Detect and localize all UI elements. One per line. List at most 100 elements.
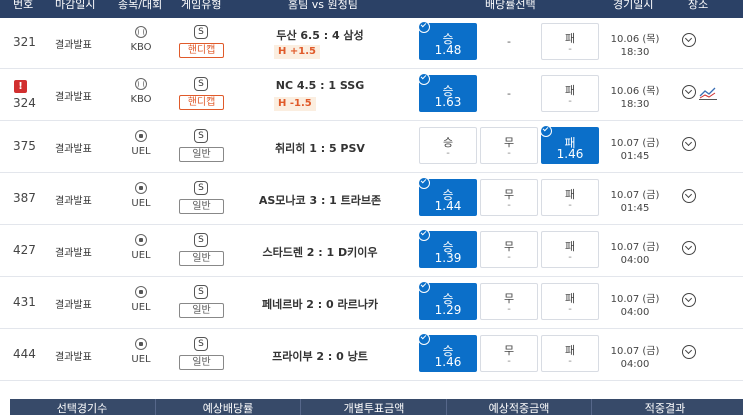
type-letter-icon: S xyxy=(194,77,208,91)
game-date: 10.06 (목) xyxy=(610,86,660,97)
trend-chart-icon[interactable] xyxy=(699,86,717,100)
table-row: 387 결과발표 UEL S 일반 AS모나코 3 : 1 트라브존 승 1.4… xyxy=(0,174,743,225)
game-number: 375 xyxy=(13,139,36,153)
match-score: NC 4.5 : 1 SSG xyxy=(275,79,365,92)
league-name: KBO xyxy=(130,42,152,53)
odds-value: - xyxy=(568,304,572,315)
soccer-ball-icon xyxy=(135,338,147,350)
odds-draw-unavailable: - xyxy=(507,35,511,48)
odds-lose-button[interactable]: 패 1.46 xyxy=(540,125,599,164)
odds-win-button[interactable]: 승 1.44 xyxy=(418,177,477,216)
odds-value: 1.48 xyxy=(434,43,462,57)
odds-win-button[interactable]: 승 1.48 xyxy=(418,21,477,60)
game-status: 결과발표 xyxy=(55,92,92,103)
odds-value: - xyxy=(507,252,511,263)
odds-lose-button[interactable]: 패 - xyxy=(541,75,599,112)
header-game-datetime: 경기일시 xyxy=(613,0,654,11)
game-time: 18:30 xyxy=(620,99,650,110)
odds-draw-button[interactable]: 무 - xyxy=(480,179,538,216)
odds-lose-button[interactable]: 패 - xyxy=(541,23,599,60)
table-row: 321 결과발표 KBO S 핸디캡 두산 6.5 : 4 삼성 H +1.5 … xyxy=(0,18,743,69)
game-date: 10.06 (목) xyxy=(610,34,660,45)
soccer-ball-icon xyxy=(135,130,147,142)
header-game-type: 게임유형 xyxy=(181,0,222,11)
header-number: 번호 xyxy=(13,0,34,11)
table-header: 번호 마감일시 종목/대회 게임유형 홈팀 vs 원정팀 배당률선택 경기일시 … xyxy=(0,0,743,18)
league-name: UEL xyxy=(131,198,151,209)
game-date: 10.07 (금) xyxy=(610,346,660,357)
game-status: 결과발표 xyxy=(55,40,92,51)
odds-draw-unavailable: - xyxy=(507,87,511,100)
game-number: 387 xyxy=(13,191,36,205)
game-type-badge: 핸디캡 xyxy=(179,43,224,58)
match-score: 페네르바 2 : 0 라르나카 xyxy=(262,298,378,311)
baseball-icon xyxy=(135,26,147,38)
game-time: 04:00 xyxy=(620,359,650,370)
odds-draw-button[interactable]: 무 - xyxy=(480,231,538,268)
game-status: 결과발표 xyxy=(55,144,92,155)
odds-win-button[interactable]: 승 1.39 xyxy=(418,229,477,268)
location-pin-icon[interactable] xyxy=(682,189,696,203)
divider xyxy=(591,399,592,415)
league-name: UEL xyxy=(131,146,151,157)
odds-value: 1.29 xyxy=(434,303,462,317)
type-letter-icon: S xyxy=(194,129,208,143)
odds-value: - xyxy=(568,200,572,211)
table-row: 427 결과발표 UEL S 일반 스타드렌 2 : 1 D키이우 승 1.39… xyxy=(0,226,743,277)
game-date: 10.07 (금) xyxy=(610,190,660,201)
game-date: 10.07 (금) xyxy=(610,294,660,305)
table-row: 375 결과발표 UEL S 일반 취리히 1 : 5 PSV 승 - 무 - … xyxy=(0,122,743,173)
location-pin-icon[interactable] xyxy=(682,345,696,359)
game-number: 444 xyxy=(13,347,36,361)
header-odds-select: 배당률선택 xyxy=(485,0,536,11)
odds-win-button[interactable]: 승 1.63 xyxy=(418,73,477,112)
game-status: 결과발표 xyxy=(55,248,92,259)
header-sport-league: 종목/대회 xyxy=(118,0,163,11)
odds-draw-button[interactable]: 무 - xyxy=(480,335,538,372)
location-pin-icon[interactable] xyxy=(682,85,696,99)
odds-win-button[interactable]: 승 1.29 xyxy=(418,281,477,320)
game-number: 324 xyxy=(13,96,36,110)
game-status: 결과발표 xyxy=(55,352,92,363)
game-type-badge: 핸디캡 xyxy=(179,95,224,110)
odds-lose-button[interactable]: 패 - xyxy=(541,283,599,320)
odds-value: - xyxy=(446,148,450,159)
game-type-badge: 일반 xyxy=(179,199,224,214)
game-type-badge: 일반 xyxy=(179,355,224,370)
game-number: 427 xyxy=(13,243,36,257)
game-number: 431 xyxy=(13,295,36,309)
type-letter-icon: S xyxy=(194,181,208,195)
match-score: 취리히 1 : 5 PSV xyxy=(275,142,365,155)
type-letter-icon: S xyxy=(194,233,208,247)
odds-value: - xyxy=(507,356,511,367)
location-pin-icon[interactable] xyxy=(682,137,696,151)
odds-lose-button[interactable]: 패 - xyxy=(541,179,599,216)
summary-selected-count: 선택경기수 xyxy=(56,402,108,415)
location-pin-icon[interactable] xyxy=(682,33,696,47)
odds-draw-button[interactable]: 무 - xyxy=(480,127,538,164)
table-row: 431 결과발표 UEL S 일반 페네르바 2 : 0 라르나카 승 1.29… xyxy=(0,278,743,329)
game-time: 18:30 xyxy=(620,47,650,58)
type-letter-icon: S xyxy=(194,337,208,351)
odds-lose-button[interactable]: 패 - xyxy=(541,231,599,268)
soccer-ball-icon xyxy=(135,286,147,298)
odds-draw-button[interactable]: 무 - xyxy=(480,283,538,320)
header-venue: 장소 xyxy=(688,0,709,11)
league-name: KBO xyxy=(130,94,152,105)
game-time: 01:45 xyxy=(620,203,650,214)
game-status: 결과발표 xyxy=(55,300,92,311)
handicap-value: H -1.5 xyxy=(274,97,316,111)
odds-win-button[interactable]: 승 1.46 xyxy=(418,333,477,372)
odds-value: - xyxy=(568,356,572,367)
location-pin-icon[interactable] xyxy=(682,241,696,255)
odds-value: - xyxy=(507,304,511,315)
location-pin-icon[interactable] xyxy=(682,293,696,307)
summary-expected-odds: 예상배당률 xyxy=(202,402,254,415)
soccer-ball-icon xyxy=(135,182,147,194)
odds-win-button[interactable]: 승 - xyxy=(419,127,477,164)
game-number: 321 xyxy=(13,35,36,49)
header-deadline: 마감일시 xyxy=(55,0,96,11)
match-score: 스타드렌 2 : 1 D키이우 xyxy=(262,246,378,259)
odds-lose-button[interactable]: 패 - xyxy=(541,335,599,372)
game-type-badge: 일반 xyxy=(179,147,224,162)
